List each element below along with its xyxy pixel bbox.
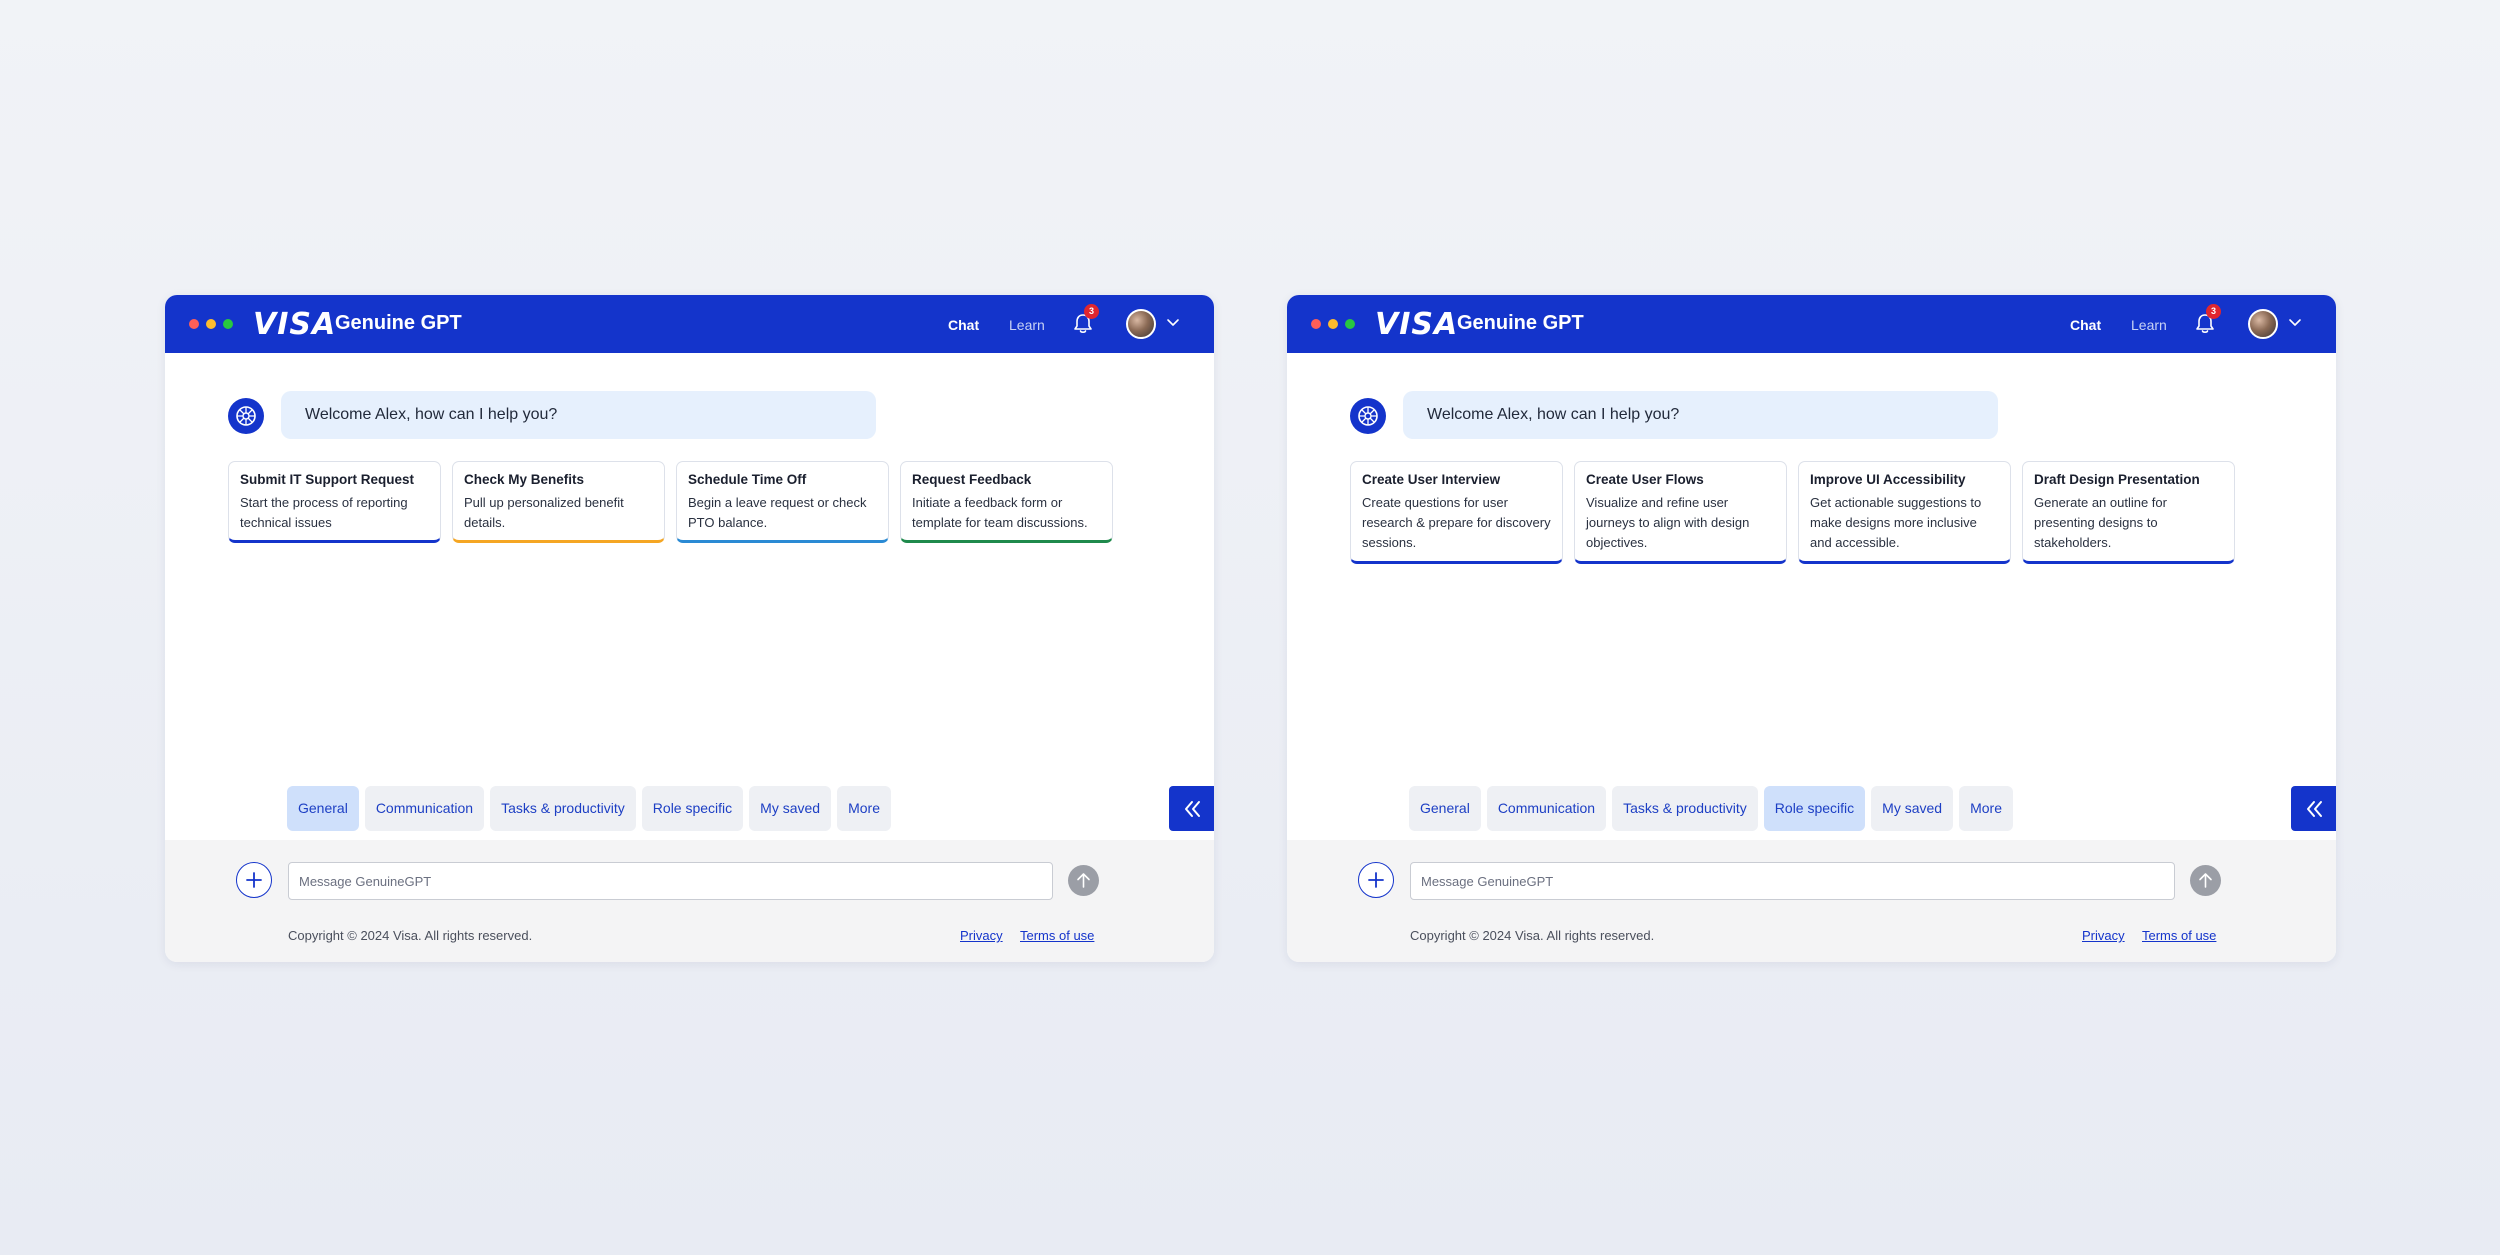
suggestion-cards: Submit IT Support Request Start the proc… [228,461,1113,543]
suggestion-card-ui-accessibility[interactable]: Improve UI Accessibility Get actionable … [1798,461,2011,564]
suggestion-card-it-support[interactable]: Submit IT Support Request Start the proc… [228,461,441,543]
card-description: Begin a leave request or check PTO balan… [688,495,867,530]
minimize-window-dot[interactable] [206,319,216,329]
chat-window-role-specific: VISA Genuine GPT Chat Learn 3 Welcome Al… [1287,295,2336,962]
card-title: Check My Benefits [464,472,585,487]
tab-more[interactable]: More [837,786,891,831]
card-title: Schedule Time Off [688,472,807,487]
composer-area: Copyright © 2024 Visa. All rights reserv… [1287,840,2336,962]
prompt-category-tabs: General Communication Tasks & productivi… [1409,786,2013,831]
welcome-message: Welcome Alex, how can I help you? [281,391,876,439]
card-description: Get actionable suggestions to make desig… [1810,495,1982,550]
app-title: Genuine GPT [335,312,462,334]
close-window-dot[interactable] [1311,319,1321,329]
notification-count-badge: 3 [2206,304,2221,319]
card-description: Create questions for user research & pre… [1362,495,1551,550]
notifications-button[interactable]: 3 [1072,304,1099,336]
suggestion-card-benefits[interactable]: Check My Benefits Pull up personalized b… [452,461,665,543]
suggestion-cards: Create User Interview Create questions f… [1350,461,2235,564]
send-button[interactable] [1068,865,1099,896]
notification-count-badge: 3 [1084,304,1099,319]
chevron-down-icon[interactable] [2288,318,2302,328]
collapse-panel-button[interactable] [1169,786,1214,831]
chevron-down-icon[interactable] [1166,318,1180,328]
card-title: Improve UI Accessibility [1810,472,1966,487]
message-input[interactable] [288,862,1053,900]
tab-communication[interactable]: Communication [364,786,485,831]
tab-communication[interactable]: Communication [1486,786,1607,831]
card-description: Start the process of reporting technical… [240,495,408,530]
close-window-dot[interactable] [189,319,199,329]
add-attachment-button[interactable] [236,862,272,898]
tab-tasks-productivity[interactable]: Tasks & productivity [1612,786,1758,831]
card-title: Request Feedback [912,472,1032,487]
card-description: Visualize and refine user journeys to al… [1586,495,1750,550]
genuinegpt-bot-avatar [1350,398,1386,434]
double-chevron-left-icon [2307,801,2322,817]
add-attachment-button[interactable] [1358,862,1394,898]
plus-icon [246,872,262,888]
card-title: Draft Design Presentation [2034,472,2200,487]
card-title: Create User Interview [1362,472,1501,487]
privacy-link[interactable]: Privacy [960,928,1003,943]
tab-more[interactable]: More [1959,786,2013,831]
welcome-message: Welcome Alex, how can I help you? [1403,391,1998,439]
terms-of-use-link[interactable]: Terms of use [1020,928,1094,943]
suggestion-card-user-interview[interactable]: Create User Interview Create questions f… [1350,461,1563,564]
suggestion-card-design-presentation[interactable]: Draft Design Presentation Generate an ou… [2022,461,2235,564]
window-controls [1311,319,1355,329]
privacy-link[interactable]: Privacy [2082,928,2125,943]
arrow-up-icon [1077,873,1090,888]
card-title: Submit IT Support Request [240,472,414,487]
nav-chat-link[interactable]: Chat [948,317,979,333]
tab-role-specific[interactable]: Role specific [641,786,744,831]
maximize-window-dot[interactable] [1345,319,1355,329]
suggestion-card-time-off[interactable]: Schedule Time Off Begin a leave request … [676,461,889,543]
double-chevron-left-icon [1185,801,1200,817]
visa-logo: VISA [253,307,337,342]
user-avatar[interactable] [2248,309,2278,339]
prompt-category-tabs: General Communication Tasks & productivi… [287,786,891,831]
terms-of-use-link[interactable]: Terms of use [2142,928,2216,943]
app-title: Genuine GPT [1457,312,1584,334]
nav-learn-link[interactable]: Learn [2131,317,2167,333]
tab-my-saved[interactable]: My saved [749,786,832,831]
maximize-window-dot[interactable] [223,319,233,329]
send-button[interactable] [2190,865,2221,896]
brain-icon [1358,406,1378,426]
card-title: Create User Flows [1586,472,1704,487]
tab-tasks-productivity[interactable]: Tasks & productivity [490,786,636,831]
chat-window-general: VISA Genuine GPT Chat Learn 3 Welcome Al… [165,295,1214,962]
visa-logo: VISA [1375,307,1459,342]
card-description: Pull up personalized benefit details. [464,495,624,530]
copyright-text: Copyright © 2024 Visa. All rights reserv… [1410,928,1655,943]
card-description: Generate an outline for presenting desig… [2034,495,2167,550]
arrow-up-icon [2199,873,2212,888]
app-header: VISA Genuine GPT Chat Learn 3 [165,295,1214,353]
tab-general[interactable]: General [287,786,359,831]
tab-my-saved[interactable]: My saved [1871,786,1954,831]
copyright-text: Copyright © 2024 Visa. All rights reserv… [288,928,533,943]
tab-general[interactable]: General [1409,786,1481,831]
minimize-window-dot[interactable] [1328,319,1338,329]
suggestion-card-feedback[interactable]: Request Feedback Initiate a feedback for… [900,461,1113,543]
notifications-button[interactable]: 3 [2194,304,2221,336]
nav-chat-link[interactable]: Chat [2070,317,2101,333]
collapse-panel-button[interactable] [2291,786,2336,831]
nav-learn-link[interactable]: Learn [1009,317,1045,333]
brain-icon [236,406,256,426]
plus-icon [1368,872,1384,888]
app-header: VISA Genuine GPT Chat Learn 3 [1287,295,2336,353]
suggestion-card-user-flows[interactable]: Create User Flows Visualize and refine u… [1574,461,1787,564]
message-input[interactable] [1410,862,2175,900]
genuinegpt-bot-avatar [228,398,264,434]
window-controls [189,319,233,329]
user-avatar[interactable] [1126,309,1156,339]
composer-area: Copyright © 2024 Visa. All rights reserv… [165,840,1214,962]
card-description: Initiate a feedback form or template for… [912,495,1088,530]
tab-role-specific[interactable]: Role specific [1763,786,1866,831]
